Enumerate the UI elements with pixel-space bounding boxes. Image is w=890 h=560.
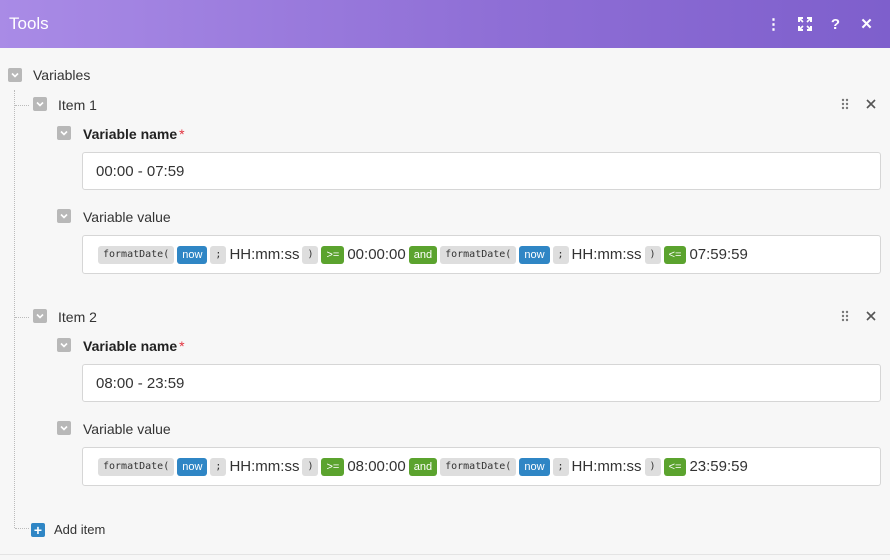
variables-label: Variables [33,67,91,83]
field-collapse-toggle[interactable] [57,338,71,352]
variable-name-input[interactable]: 08:00 - 23:59 [82,364,881,402]
variable-token[interactable]: now [519,245,550,264]
variable-name-label: Variable name * [83,126,185,142]
item-collapse-toggle[interactable] [33,309,47,323]
time-value-text: 23:59:59 [689,458,748,475]
separator-token[interactable]: ; [552,457,569,476]
format-text: HH:mm:ss [571,458,642,475]
time-value-text: 07:59:59 [689,246,748,263]
variable-value-input[interactable]: formatDate( now ; HH:mm:ss ) >= 08:00:00… [82,447,881,486]
more-options-icon[interactable]: ⋮ [758,0,789,48]
tree-guide [14,90,15,528]
close-paren-token[interactable]: ) [302,245,319,264]
plus-icon: + [31,522,45,537]
variable-token[interactable]: now [519,457,550,476]
format-text: HH:mm:ss [571,246,642,263]
remove-item-icon[interactable] [863,308,879,324]
required-marker: * [179,126,185,142]
variables-collapse-toggle[interactable] [8,68,22,82]
panel-body: Variables Item 1 Variable name * 00:00 - … [0,48,890,560]
add-item-label: Add item [54,522,106,537]
item-title: Item 2 [58,309,97,325]
variable-name-label: Variable name * [83,338,185,354]
separator-token[interactable]: ; [552,245,569,264]
tree-guide [15,105,29,106]
variable-name-label-text: Variable name [83,338,178,354]
operator-token[interactable]: <= [663,245,687,264]
expand-icon[interactable] [789,0,820,48]
close-paren-token[interactable]: ) [302,457,319,476]
variable-name-input[interactable]: 00:00 - 07:59 [82,152,881,190]
separator-token[interactable]: ; [210,245,227,264]
operator-token[interactable]: >= [321,457,345,476]
format-text: HH:mm:ss [229,458,300,475]
field-collapse-toggle[interactable] [57,126,71,140]
required-marker: * [179,338,185,354]
field-collapse-toggle[interactable] [57,421,71,435]
function-token[interactable]: formatDate( [98,245,175,264]
chevron-down-icon [36,101,44,107]
function-token[interactable]: formatDate( [440,245,517,264]
chevron-down-icon [60,130,68,136]
function-token[interactable]: formatDate( [98,457,175,476]
tree-guide [15,528,29,529]
variable-value-label: Variable value [83,209,171,225]
variable-name-value: 00:00 - 07:59 [96,162,185,180]
panel-header: Tools ⋮ ? ✕ [0,0,890,48]
separator-token[interactable]: ; [210,457,227,476]
operator-token[interactable]: and [408,245,438,264]
item-collapse-toggle[interactable] [33,97,47,111]
variable-token[interactable]: now [177,245,208,264]
operator-token[interactable]: <= [663,457,687,476]
variable-token[interactable]: now [177,457,208,476]
chevron-down-icon [36,313,44,319]
close-paren-token[interactable]: ) [644,457,661,476]
drag-handle-icon[interactable] [837,96,853,112]
time-value-text: 00:00:00 [347,246,406,263]
variable-name-label-text: Variable name [83,126,178,142]
help-icon[interactable]: ? [820,0,851,48]
close-paren-token[interactable]: ) [644,245,661,264]
header-actions: ⋮ ? ✕ [758,0,882,48]
chevron-down-icon [60,425,68,431]
remove-item-icon[interactable] [863,96,879,112]
field-collapse-toggle[interactable] [57,209,71,223]
tree-guide [15,317,29,318]
chevron-down-icon [11,72,19,78]
function-token[interactable]: formatDate( [440,457,517,476]
time-value-text: 08:00:00 [347,458,406,475]
operator-token[interactable]: >= [321,245,345,264]
chevron-down-icon [60,213,68,219]
add-item-button[interactable]: + Add item [31,522,105,537]
format-text: HH:mm:ss [229,246,300,263]
variable-value-label: Variable value [83,421,171,437]
close-icon[interactable]: ✕ [851,0,882,48]
variable-name-value: 08:00 - 23:59 [96,374,185,392]
variable-value-input[interactable]: formatDate( now ; HH:mm:ss ) >= 00:00:00… [82,235,881,274]
divider [0,554,890,555]
drag-handle-icon[interactable] [837,308,853,324]
item-title: Item 1 [58,97,97,113]
operator-token[interactable]: and [408,457,438,476]
panel-title: Tools [9,14,49,33]
chevron-down-icon [60,342,68,348]
